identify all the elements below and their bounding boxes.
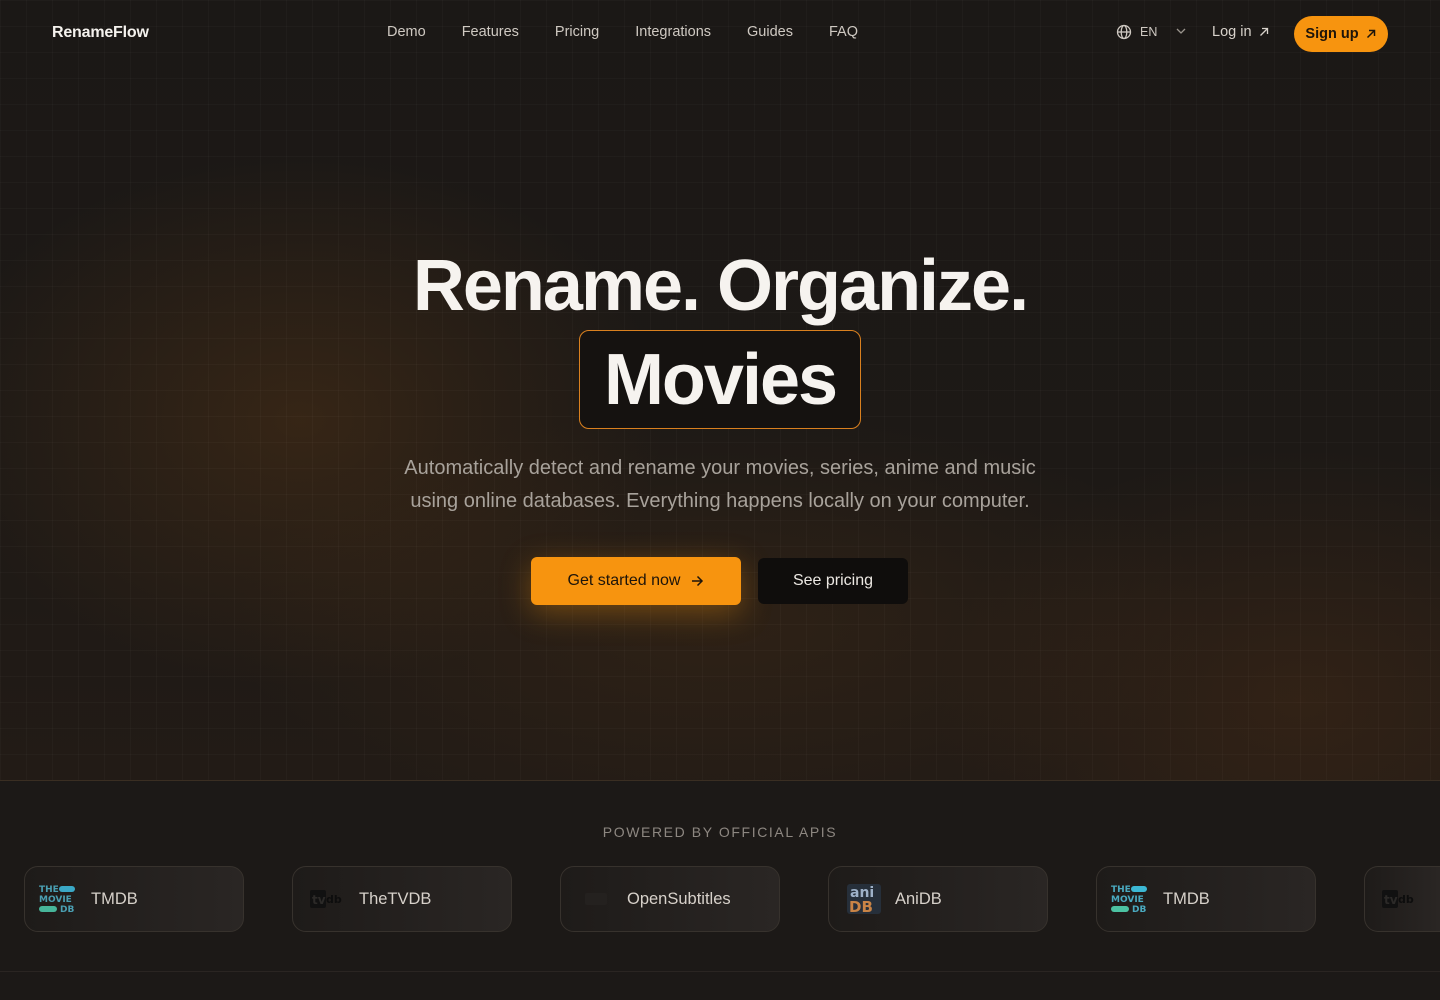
signup-button[interactable]: Sign up: [1294, 16, 1388, 52]
section-bottom-divider: [0, 971, 1440, 972]
svg-text:DB: DB: [1132, 905, 1146, 915]
hero-subtitle: Automatically detect and rename your mov…: [0, 452, 1440, 518]
tmdb-logo: THE MOVIE DB: [39, 881, 81, 917]
login-link[interactable]: Log in: [1212, 24, 1270, 40]
brand-logo[interactable]: RenameFlow: [52, 24, 149, 42]
chevron-down-icon: [1176, 28, 1186, 34]
globe-icon: [1116, 24, 1132, 40]
api-card-name: TMDB: [1163, 889, 1210, 908]
nav-link-pricing[interactable]: Pricing: [555, 24, 599, 40]
svg-text:THE: THE: [39, 885, 59, 895]
api-card-tmdb[interactable]: THE MOVIE DB TMDB: [24, 866, 244, 932]
api-card-name: OpenSubtitles: [627, 889, 731, 908]
svg-text:tv: tv: [312, 893, 326, 907]
tmdb-logo: THE MOVIE DB: [1111, 881, 1153, 917]
language-selector[interactable]: EN: [1116, 24, 1187, 40]
svg-text:MOVIE: MOVIE: [1111, 895, 1144, 905]
login-label: Log in: [1212, 24, 1252, 40]
api-card-opensubtitles[interactable]: OpenSubtitles: [560, 866, 780, 932]
nav-link-faq[interactable]: FAQ: [829, 24, 858, 40]
api-card-tvdb-partial[interactable]: tv db: [1364, 866, 1440, 932]
signup-label: Sign up: [1305, 26, 1359, 42]
tvdb-logo: tv db: [307, 881, 349, 917]
get-started-button[interactable]: Get started now: [531, 557, 741, 605]
svg-text:db: db: [1398, 893, 1414, 906]
get-started-label: Get started now: [567, 572, 681, 589]
api-card-tvdb[interactable]: tv db TheTVDB: [292, 866, 512, 932]
svg-text:THE: THE: [1111, 885, 1131, 895]
svg-text:tv: tv: [1384, 893, 1398, 907]
powered-by-section: POWERED BY OFFICIAL APIS THE MOVIE DB TM…: [0, 781, 1440, 1000]
powered-by-title: POWERED BY OFFICIAL APIS: [602, 824, 838, 840]
see-pricing-button[interactable]: See pricing: [758, 558, 908, 604]
svg-text:db: db: [326, 893, 342, 906]
nav-links: Demo Features Pricing Integrations Guide…: [387, 24, 858, 40]
svg-text:MOVIE: MOVIE: [39, 895, 72, 905]
api-card-name: AniDB: [895, 889, 942, 908]
anidb-logo: ani DB: [843, 881, 885, 917]
subtitle-line-2: using online databases. Everything happe…: [410, 490, 1030, 512]
nav-link-features[interactable]: Features: [462, 24, 519, 40]
api-card-name: TMDB: [91, 889, 138, 908]
arrow-up-right-icon: [1366, 29, 1375, 39]
language-code: EN: [1140, 25, 1158, 39]
subtitle-line-1: Automatically detect and rename your mov…: [404, 457, 1036, 479]
api-card-name: TheTVDB: [359, 889, 432, 908]
nav-link-guides[interactable]: Guides: [747, 24, 793, 40]
top-nav: RenameFlow Demo Features Pricing Integra…: [0, 0, 1440, 68]
nav-link-demo[interactable]: Demo: [387, 24, 426, 40]
svg-text:DB: DB: [849, 898, 873, 915]
arrow-right-icon: [692, 575, 704, 587]
nav-link-integrations[interactable]: Integrations: [635, 24, 711, 40]
api-card-tmdb[interactable]: THE MOVIE DB TMDB: [1096, 866, 1316, 932]
rotating-word-box: Movies: [579, 330, 861, 429]
hero-section: RenameFlow Demo Features Pricing Integra…: [0, 0, 1440, 780]
arrow-up-right-icon: [1259, 27, 1268, 36]
opensubtitles-logo: [575, 881, 617, 917]
api-card-anidb[interactable]: ani DB AniDB: [828, 866, 1048, 932]
tvdb-logo: tv db: [1379, 881, 1421, 917]
hero-headline: Rename. Organize.: [412, 246, 1029, 326]
svg-text:DB: DB: [60, 905, 74, 915]
